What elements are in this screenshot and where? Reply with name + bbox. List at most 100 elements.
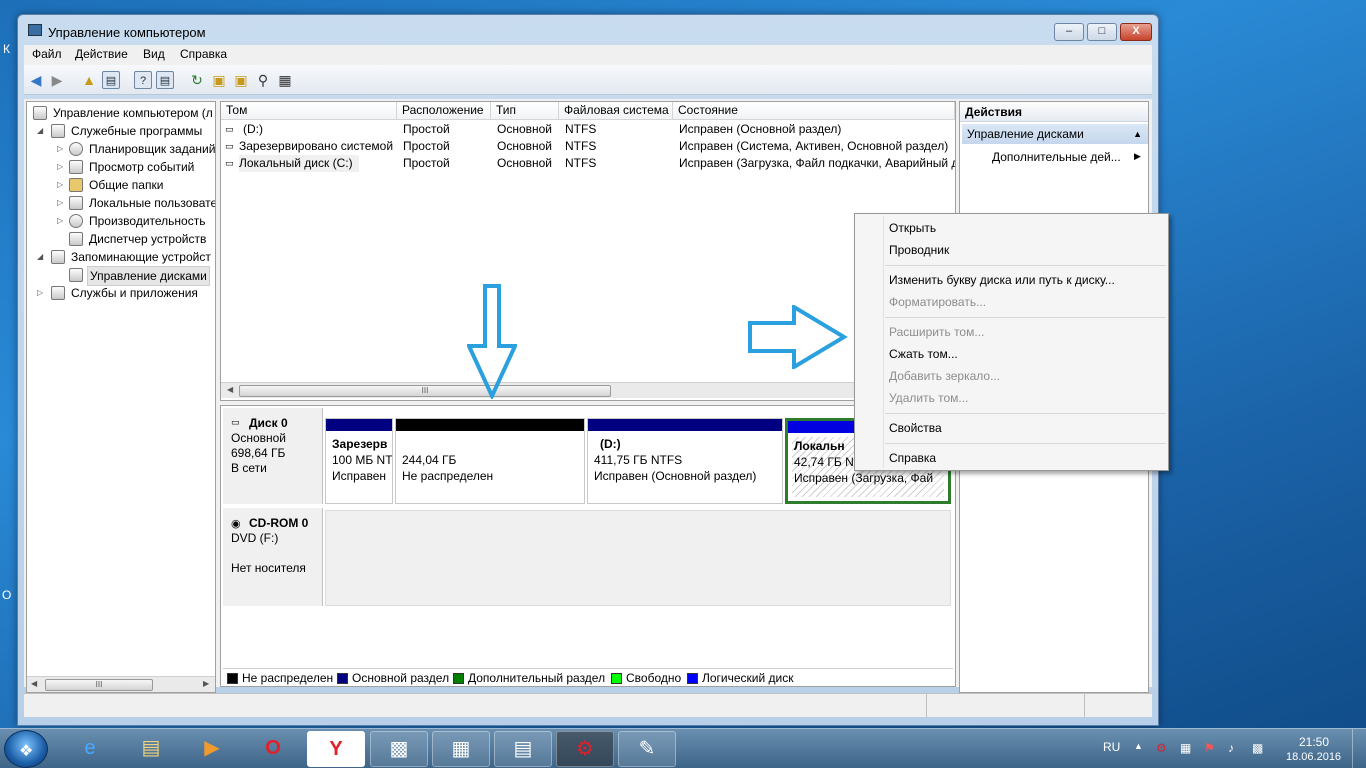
tree-item-system-tools[interactable]: ◢ Служебные программы	[31, 122, 215, 140]
column-header-layout[interactable]: Расположение	[397, 102, 491, 120]
context-item-shrink[interactable]: Сжать том...	[889, 347, 958, 361]
winrar-icon[interactable]: ▤	[494, 731, 552, 767]
scroll-left-icon[interactable]: ◀	[31, 679, 37, 688]
scroll-thumb[interactable]: III	[45, 679, 153, 691]
scroll-left-icon[interactable]: ◀	[227, 385, 233, 394]
context-item-extend[interactable]: Расширить том...	[889, 325, 984, 339]
language-indicator[interactable]: RU	[1103, 740, 1120, 754]
minimize-button[interactable]: –	[1054, 23, 1084, 41]
storage-icon	[51, 250, 65, 264]
windows-logo-icon: ❖	[19, 743, 34, 760]
disk-management-icon	[69, 268, 83, 282]
show-tree-icon[interactable]: ▤	[102, 71, 120, 89]
computer-icon[interactable]: ▩	[370, 731, 428, 767]
context-item-format[interactable]: Форматировать...	[889, 295, 986, 309]
show-hidden-icons-icon[interactable]: ▲	[1134, 741, 1143, 751]
collapsed-arrow-icon[interactable]: ▷	[57, 158, 63, 176]
desktop-edge-text: К	[3, 42, 10, 56]
volume-list-horizontal-scrollbar[interactable]: ◀ III	[221, 382, 955, 398]
tree-item-device-manager[interactable]: Диспетчер устройств	[31, 230, 215, 248]
refresh-icon[interactable]: ↻	[188, 71, 206, 89]
tools-icon	[51, 124, 65, 138]
context-item-change-letter[interactable]: Изменить букву диска или путь к диску...	[889, 273, 1115, 287]
title-bar[interactable]: Управление компьютером – □ X	[18, 15, 1158, 45]
legend-label: Свободно	[626, 671, 682, 685]
tree-item-storage[interactable]: ◢ Запоминающие устройст	[31, 248, 215, 266]
arrow-right-icon[interactable]: ▶	[48, 71, 66, 89]
context-item-add-mirror[interactable]: Добавить зеркало...	[889, 369, 1000, 383]
window-title: Управление компьютером	[48, 25, 206, 40]
collapse-arrow-icon[interactable]: ▲	[1133, 124, 1142, 144]
scroll-thumb[interactable]: III	[239, 385, 611, 397]
open-folder-icon[interactable]: ▣	[232, 71, 250, 89]
scroll-right-icon[interactable]: ▶	[203, 679, 209, 688]
actions-section-disk-management[interactable]: Управление дисками ▲	[962, 124, 1148, 144]
tree-item-shared-folders[interactable]: ▷ Общие папки	[31, 176, 215, 194]
help-icon[interactable]: ?	[134, 71, 152, 89]
control-panel-icon[interactable]: ▦	[432, 731, 490, 767]
expanded-arrow-icon[interactable]: ◢	[37, 122, 43, 140]
column-header-type[interactable]: Тип	[491, 102, 559, 120]
tree-item-event-viewer[interactable]: ▷ Просмотр событий	[31, 158, 215, 176]
tree-item-disk-management[interactable]: Управление дисками	[31, 266, 215, 286]
yandex-icon[interactable]: Y	[307, 731, 365, 767]
menu-file[interactable]: Файл	[32, 47, 62, 61]
tree-item-performance[interactable]: ▷ Производительность	[31, 212, 215, 230]
search-icon[interactable]: ⚲	[254, 71, 272, 89]
collapsed-arrow-icon[interactable]: ▷	[37, 284, 43, 302]
collapsed-arrow-icon[interactable]: ▷	[57, 212, 63, 230]
action-center-icon[interactable]: ⚑	[1204, 741, 1215, 755]
column-header-filesystem[interactable]: Файловая система	[559, 102, 673, 120]
context-item-properties[interactable]: Свойства	[889, 421, 942, 435]
tree-item-computer-management[interactable]: Управление компьютером (л	[31, 104, 215, 122]
submenu-arrow-icon[interactable]: ▶	[1134, 151, 1141, 162]
up-folder-icon[interactable]: ▲	[80, 71, 98, 89]
paint-icon[interactable]: ✎	[618, 731, 676, 767]
menu-help[interactable]: Справка	[180, 47, 227, 61]
column-header-volume[interactable]: Том	[221, 102, 397, 120]
start-button[interactable]: ❖	[4, 730, 48, 768]
clock-time[interactable]: 21:50	[1299, 735, 1329, 749]
context-item-help[interactable]: Справка	[889, 451, 936, 465]
partition-d[interactable]: (D:) 411,75 ГБ NTFS Исправен (Основной р…	[587, 418, 783, 504]
cdrom0-area[interactable]	[325, 510, 951, 606]
more-actions-link[interactable]: Дополнительные дей...	[992, 150, 1121, 164]
disk0-info[interactable]: ▭ Диск 0 Основной 698,64 ГБ В сети	[223, 408, 323, 504]
game-icon[interactable]: ⚙	[556, 731, 614, 767]
column-header-status[interactable]: Состояние	[673, 102, 955, 120]
close-button[interactable]: X	[1120, 23, 1152, 41]
connect-icon[interactable]: ▣	[210, 71, 228, 89]
expanded-arrow-icon[interactable]: ◢	[37, 248, 43, 266]
cdrom0-info[interactable]: ◉ CD-ROM 0 DVD (F:) Нет носителя	[223, 508, 323, 606]
tree-horizontal-scrollbar[interactable]: ◀ III ▶	[27, 676, 215, 692]
shared-folder-icon	[69, 178, 83, 192]
maximize-button[interactable]: □	[1087, 23, 1117, 41]
action-pane-icon[interactable]: ▤	[156, 71, 174, 89]
context-item-open[interactable]: Открыть	[889, 221, 936, 235]
context-item-delete[interactable]: Удалить том...	[889, 391, 968, 405]
menu-action[interactable]: Действие	[75, 47, 128, 61]
collapsed-arrow-icon[interactable]: ▷	[57, 140, 63, 158]
partition-unallocated[interactable]: 244,04 ГБ Не распределен	[395, 418, 585, 504]
tray-device-icon[interactable]: ▦	[1180, 741, 1191, 755]
menu-view[interactable]: Вид	[143, 47, 165, 61]
show-desktop-button[interactable]	[1352, 729, 1366, 768]
opera-icon[interactable]: O	[244, 731, 302, 767]
media-player-icon[interactable]: ▶	[183, 731, 241, 767]
volume-icon[interactable]: ♪	[1228, 741, 1234, 755]
arrow-left-icon[interactable]: ◀	[27, 71, 45, 89]
tree-item-task-scheduler[interactable]: ▷ Планировщик заданий	[31, 140, 215, 158]
network-icon[interactable]: ▩	[1252, 741, 1263, 755]
ie-icon[interactable]: e	[61, 731, 119, 767]
clock-date[interactable]: 18.06.2016	[1286, 751, 1341, 763]
device-manager-icon	[69, 232, 83, 246]
context-item-explorer[interactable]: Проводник	[889, 243, 949, 257]
collapsed-arrow-icon[interactable]: ▷	[57, 194, 63, 212]
properties-icon[interactable]: ▦	[276, 71, 294, 89]
tree-item-local-users[interactable]: ▷ Локальные пользовате	[31, 194, 215, 212]
explorer-icon[interactable]: ▤	[122, 731, 180, 767]
tray-app-icon[interactable]: ⚙	[1156, 741, 1167, 755]
tree-item-services-apps[interactable]: ▷ Службы и приложения	[31, 284, 215, 302]
collapsed-arrow-icon[interactable]: ▷	[57, 176, 63, 194]
partition-reserved[interactable]: Зарезерв 100 МБ NT Исправен	[325, 418, 393, 504]
